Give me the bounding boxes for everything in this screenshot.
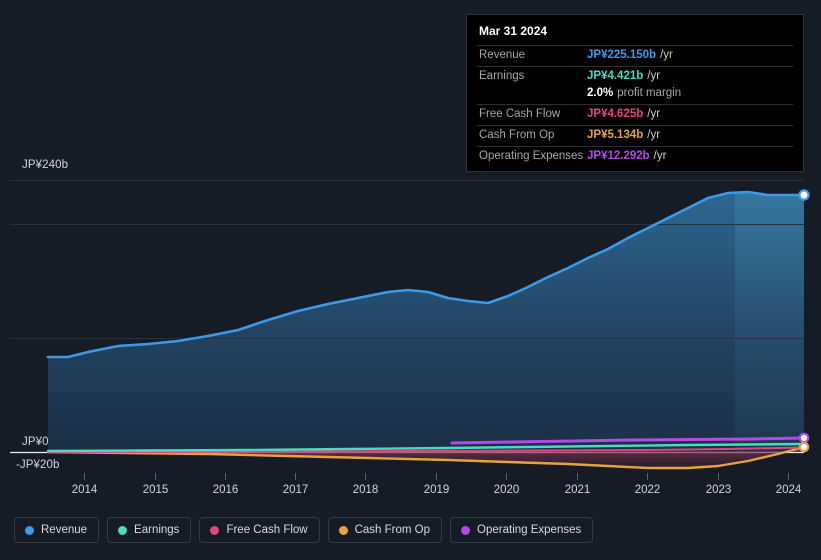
legend-item-label: Operating Expenses xyxy=(477,524,582,536)
tooltip-row-value: 2.0% xyxy=(587,87,614,99)
legend-item-label: Cash From Op xyxy=(354,524,431,536)
tooltip-row: Free Cash Flow JP¥4.625b/yr xyxy=(477,104,793,125)
financial-chart: JP¥240b JP¥0 -JP¥20b 2014 2015 2016 2017 201… xyxy=(0,0,821,560)
tooltip-row: Operating Expenses JP¥12.292b/yr xyxy=(477,146,793,167)
tooltip-rows: Revenue JP¥225.150b/yr Earnings JP¥4.421b/y… xyxy=(477,45,793,167)
legend-item-earnings[interactable]: Earnings xyxy=(107,517,192,543)
tooltip-row-value: JP¥225.150b xyxy=(587,49,657,61)
tooltip-row-label: Revenue xyxy=(479,49,526,61)
tooltip-row-unit: /yr xyxy=(647,129,661,141)
tooltip-row-unit: /yr xyxy=(647,108,661,120)
x-axis-label-2019: 2019 xyxy=(423,484,450,496)
x-axis-label-2020: 2020 xyxy=(493,484,520,496)
tooltip-row-unit: profit margin xyxy=(617,87,682,99)
x-axis-label-2021: 2021 xyxy=(564,484,591,496)
tooltip-row: Revenue JP¥225.150b/yr xyxy=(477,45,793,66)
tooltip-row-value: JP¥4.421b xyxy=(587,70,644,82)
legend-item-label: Revenue xyxy=(41,524,88,536)
tooltip-row-label: Cash From Op xyxy=(479,129,555,141)
x-axis-label-2015: 2015 xyxy=(142,484,169,496)
legend-color-dot-icon xyxy=(338,525,348,535)
tooltip-row-unit: /yr xyxy=(647,70,661,82)
tooltip-row-label: Free Cash Flow xyxy=(479,108,561,120)
legend-color-dot-icon xyxy=(118,525,128,535)
tooltip-row-unit: /yr xyxy=(660,49,673,61)
chart-tooltip: Mar 31 2024 Revenue JP¥225.150b/yr Earning… xyxy=(466,14,804,172)
y-axis-label-zero: JP¥0 xyxy=(22,436,49,448)
tooltip-row: 2.0% profit margin xyxy=(477,87,793,104)
tooltip-row-value: JP¥5.134b xyxy=(587,129,644,141)
y-axis-label-top: JP¥240b xyxy=(22,159,69,171)
tooltip-row-label: Earnings xyxy=(479,70,525,82)
legend-item-label: Earnings xyxy=(134,524,180,536)
tooltip-row: Cash From Op JP¥5.134b/yr xyxy=(477,125,793,146)
legend-color-dot-icon xyxy=(461,525,471,535)
tooltip-row-value: JP¥4.625b xyxy=(587,108,644,120)
legend-color-dot-icon xyxy=(210,525,220,535)
tooltip-row-unit: /yr xyxy=(653,150,667,162)
marker-operating-expenses xyxy=(798,432,810,444)
x-axis-label-2016: 2016 xyxy=(212,484,239,496)
tooltip-row: Earnings JP¥4.421b/yr xyxy=(477,66,793,87)
x-axis-label-2024: 2024 xyxy=(775,484,802,496)
tooltip-row-value: JP¥12.292b xyxy=(587,150,650,162)
x-axis-label-2017: 2017 xyxy=(282,484,309,496)
legend-color-dot-icon xyxy=(25,525,34,535)
x-axis-labels: 2014 2015 2016 2017 2018 2019 2020 2021 2022 2023… xyxy=(0,484,821,504)
x-axis-label-2022: 2022 xyxy=(634,484,661,496)
x-axis-label-2018: 2018 xyxy=(352,484,379,496)
tooltip-date: Mar 31 2024 xyxy=(479,24,548,38)
revenue-area-fill xyxy=(48,192,804,452)
marker-cash-from-op xyxy=(798,441,810,453)
marker-revenue xyxy=(798,189,810,201)
x-axis-label-2014: 2014 xyxy=(71,484,98,496)
x-axis-ticks xyxy=(84,473,789,480)
legend-item-operating-expenses[interactable]: Operating Expenses xyxy=(450,517,594,543)
legend-item-revenue[interactable]: Revenue xyxy=(14,517,100,543)
legend-item-cash-from-op[interactable]: Cash From Op xyxy=(327,517,443,543)
y-axis-label-negative: -JP¥20b xyxy=(16,459,60,471)
tooltip-row-label: Operating Expenses xyxy=(479,150,584,162)
legend-item-label: Free Cash Flow xyxy=(226,524,308,536)
x-axis-label-2023: 2023 xyxy=(705,484,732,496)
legend-item-free-cash-flow[interactable]: Free Cash Flow xyxy=(199,517,320,543)
chart-legend[interactable]: Revenue Earnings Free Cash Flow Cash From O… xyxy=(14,517,594,543)
